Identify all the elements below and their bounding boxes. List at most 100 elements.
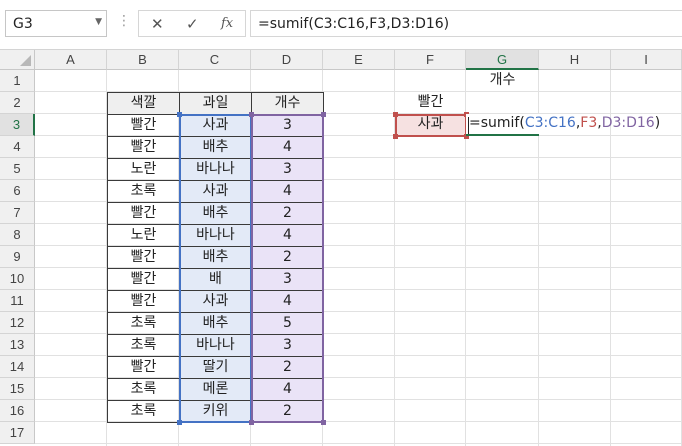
- color-cell[interactable]: 초록: [107, 400, 180, 423]
- column-header-f[interactable]: F: [395, 50, 466, 70]
- count-cell[interactable]: 5: [251, 312, 324, 335]
- resize-handle[interactable]: [393, 134, 398, 139]
- color-cell[interactable]: 초록: [107, 180, 180, 203]
- name-box[interactable]: G3 ▼: [5, 10, 107, 37]
- column-header-e[interactable]: E: [323, 50, 395, 70]
- cancel-button[interactable]: ✕: [151, 15, 164, 33]
- fruit-cell[interactable]: 키위: [179, 400, 252, 423]
- column-header-i[interactable]: I: [611, 50, 682, 70]
- row-header-10[interactable]: 10: [0, 268, 35, 290]
- row-header-6[interactable]: 6: [0, 180, 35, 202]
- count-cell[interactable]: 3: [251, 114, 324, 137]
- count-cell[interactable]: 4: [251, 180, 324, 203]
- fruit-cell[interactable]: 바나나: [179, 334, 252, 357]
- formula-part-ref1: C3:C16: [524, 115, 576, 131]
- resize-handle[interactable]: [249, 420, 254, 425]
- row-header-9[interactable]: 9: [0, 246, 35, 268]
- color-cell[interactable]: 초록: [107, 312, 180, 335]
- color-cell[interactable]: 빨간: [107, 202, 180, 225]
- color-cell[interactable]: 초록: [107, 334, 180, 357]
- fruit-cell[interactable]: 바나나: [179, 224, 252, 247]
- row-header-14[interactable]: 14: [0, 356, 35, 378]
- criteria-f2[interactable]: 빨간: [395, 92, 466, 114]
- formula-buttons: ✕ ✓ fx: [138, 10, 246, 37]
- color-cell[interactable]: 빨간: [107, 290, 180, 313]
- spreadsheet-grid[interactable]: ABCDEFGHI 1 2 3 4 5 6 7 8 9 10 11 12 13 14 15 16 17 색깔 과일…: [0, 50, 682, 446]
- fruit-cell[interactable]: 딸기: [179, 356, 252, 379]
- fruit-cell[interactable]: 메론: [179, 378, 252, 401]
- formula-bar-area: G3 ▼ ⋮ ✕ ✓ fx =sumif(C3:C16,F3,D3:D16): [0, 0, 682, 50]
- count-cell[interactable]: 2: [251, 202, 324, 225]
- count-cell[interactable]: 4: [251, 290, 324, 313]
- row-header-13[interactable]: 13: [0, 334, 35, 356]
- count-cell[interactable]: 3: [251, 334, 324, 357]
- count-cell[interactable]: 4: [251, 224, 324, 247]
- column-header-a[interactable]: A: [35, 50, 107, 70]
- fruit-cell[interactable]: 배추: [179, 202, 252, 225]
- editing-formula[interactable]: =sumif(C3:C16,F3,D3:D16): [469, 115, 660, 131]
- row-header-1[interactable]: 1: [0, 70, 35, 92]
- row-header-4[interactable]: 4: [0, 136, 35, 158]
- gridline-horizontal: [35, 443, 682, 444]
- count-cell[interactable]: 4: [251, 378, 324, 401]
- fruit-cell[interactable]: 사과: [179, 290, 252, 313]
- column-header-c[interactable]: C: [179, 50, 251, 70]
- color-cell[interactable]: 초록: [107, 378, 180, 401]
- row-header-2[interactable]: 2: [0, 92, 35, 114]
- color-cell[interactable]: 노란: [107, 224, 180, 247]
- row-header-7[interactable]: 7: [0, 202, 35, 224]
- row-header-15[interactable]: 15: [0, 378, 35, 400]
- color-cell[interactable]: 빨간: [107, 136, 180, 159]
- resize-handle[interactable]: [249, 112, 254, 117]
- fruit-cell[interactable]: 배: [179, 268, 252, 291]
- count-cell[interactable]: 2: [251, 246, 324, 269]
- count-cell[interactable]: 3: [251, 158, 324, 181]
- color-cell[interactable]: 노란: [107, 158, 180, 181]
- column-header-d[interactable]: D: [251, 50, 323, 70]
- select-all-button[interactable]: [0, 50, 35, 70]
- formula-part-ref2: F3: [580, 115, 598, 131]
- insert-function-button[interactable]: fx: [221, 16, 233, 31]
- enter-button[interactable]: ✓: [186, 15, 199, 33]
- resize-handle[interactable]: [177, 420, 182, 425]
- fruit-cell[interactable]: 배추: [179, 136, 252, 159]
- resize-handle[interactable]: [177, 112, 182, 117]
- row-header-11[interactable]: 11: [0, 290, 35, 312]
- resize-handle[interactable]: [321, 420, 326, 425]
- count-cell[interactable]: 3: [251, 268, 324, 291]
- criteria-label-g1[interactable]: 개수: [466, 70, 539, 92]
- more-options-icon[interactable]: ⋮: [117, 13, 131, 29]
- resize-handle[interactable]: [321, 112, 326, 117]
- row-header-17[interactable]: 17: [0, 422, 35, 444]
- color-cell[interactable]: 빨간: [107, 114, 180, 137]
- active-cell-g3[interactable]: =sumif(C3:C16,F3,D3:D16): [466, 114, 660, 136]
- column-header-g[interactable]: G: [466, 50, 539, 70]
- fruit-cell[interactable]: 배추: [179, 246, 252, 269]
- color-cell[interactable]: 빨간: [107, 268, 180, 291]
- criteria-f3[interactable]: 사과: [395, 114, 466, 136]
- color-cell[interactable]: 빨간: [107, 246, 180, 269]
- row-header-16[interactable]: 16: [0, 400, 35, 422]
- row-header-3[interactable]: 3: [0, 114, 35, 136]
- row-header-12[interactable]: 12: [0, 312, 35, 334]
- fruit-cell[interactable]: 사과: [179, 180, 252, 203]
- count-cell[interactable]: 2: [251, 356, 324, 379]
- table-header-cell[interactable]: 개수: [251, 92, 324, 115]
- chevron-down-icon[interactable]: ▼: [95, 17, 102, 27]
- row-header-8[interactable]: 8: [0, 224, 35, 246]
- row-header-5[interactable]: 5: [0, 158, 35, 180]
- column-header-b[interactable]: B: [107, 50, 179, 70]
- table-header-cell[interactable]: 색깔: [107, 92, 180, 115]
- fruit-cell[interactable]: 바나나: [179, 158, 252, 181]
- count-cell[interactable]: 2: [251, 400, 324, 423]
- formula-input[interactable]: =sumif(C3:C16,F3,D3:D16): [250, 10, 682, 37]
- color-cell[interactable]: 빨간: [107, 356, 180, 379]
- name-box-value[interactable]: G3: [13, 16, 33, 32]
- count-cell[interactable]: 4: [251, 136, 324, 159]
- fruit-cell[interactable]: 배추: [179, 312, 252, 335]
- table-header-cell[interactable]: 과일: [179, 92, 252, 115]
- fruit-cell[interactable]: 사과: [179, 114, 252, 137]
- resize-handle[interactable]: [393, 112, 398, 117]
- column-header-h[interactable]: H: [539, 50, 611, 70]
- formula-input-value[interactable]: =sumif(C3:C16,F3,D3:D16): [258, 16, 449, 32]
